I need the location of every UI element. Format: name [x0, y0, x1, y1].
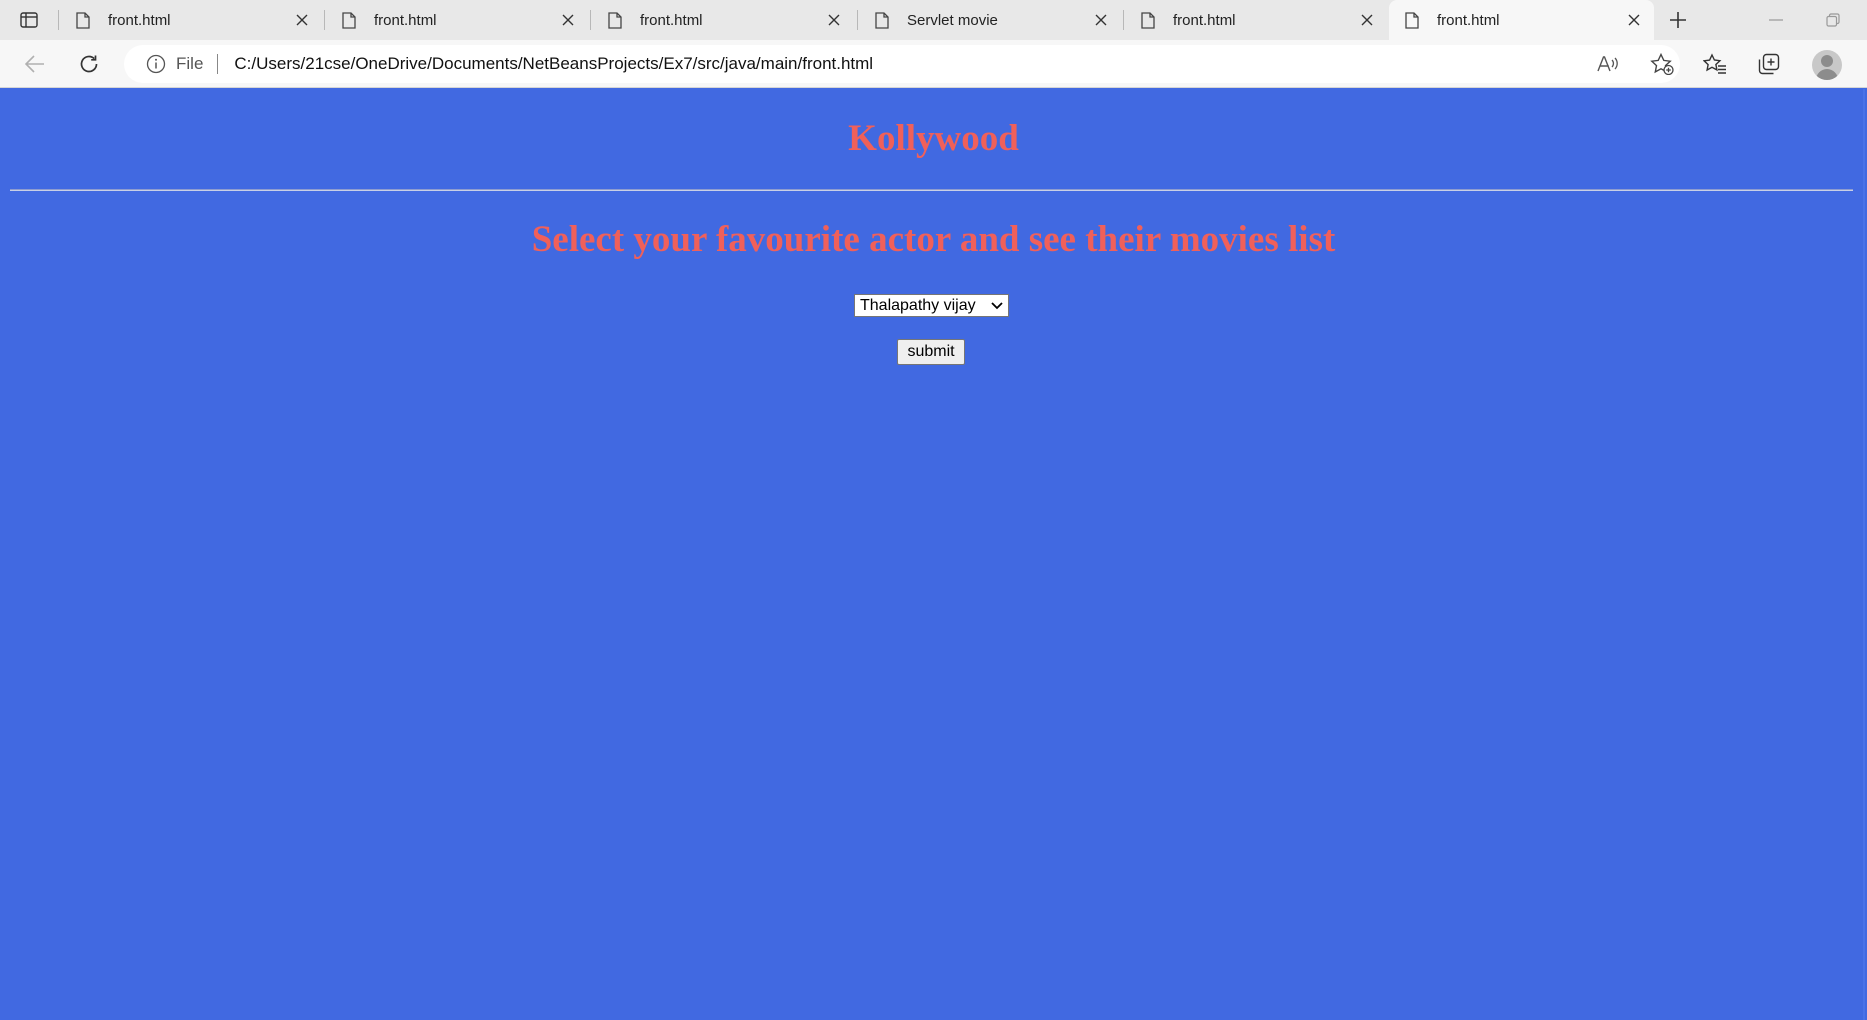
- tab-4[interactable]: Servlet movie: [859, 0, 1121, 40]
- info-icon[interactable]: [146, 54, 166, 74]
- tab-separator: [590, 10, 591, 30]
- document-icon: [340, 11, 358, 29]
- actor-select-value: Thalapathy vijay: [860, 296, 976, 314]
- close-icon[interactable]: [558, 10, 578, 30]
- tab-1[interactable]: front.html: [60, 0, 322, 40]
- document-icon: [74, 11, 92, 29]
- tab-separator: [857, 10, 858, 30]
- page-subtitle: Select your favourite actor and see thei…: [531, 219, 1336, 260]
- close-icon[interactable]: [292, 10, 312, 30]
- url-text[interactable]: C:/Users/21cse/OneDrive/Documents/NetBea…: [234, 54, 873, 74]
- page-title: Kollywood: [848, 118, 1019, 159]
- tab-bar: front.html front.html front.html Servlet…: [0, 0, 1867, 40]
- tab-separator: [1123, 10, 1124, 30]
- restore-icon[interactable]: [1819, 6, 1847, 34]
- add-favorite-icon[interactable]: [1650, 53, 1674, 75]
- close-icon[interactable]: [1357, 10, 1377, 30]
- tab-separator: [324, 10, 325, 30]
- document-icon: [606, 11, 624, 29]
- actor-select[interactable]: Thalapathy vijay: [854, 294, 1009, 317]
- address-bar[interactable]: File C:/Users/21cse/OneDrive/Documents/N…: [124, 45, 1680, 83]
- navigation-bar: File C:/Users/21cse/OneDrive/Documents/N…: [0, 40, 1867, 88]
- tab-5[interactable]: front.html: [1125, 0, 1387, 40]
- tab-2[interactable]: front.html: [326, 0, 588, 40]
- horizontal-rule: [10, 189, 1853, 191]
- tab-label: front.html: [108, 11, 171, 29]
- tab-separator: [58, 10, 59, 30]
- favorites-icon[interactable]: [1698, 48, 1732, 80]
- refresh-icon[interactable]: [72, 48, 106, 80]
- tab-label: Servlet movie: [907, 11, 998, 29]
- profile-avatar[interactable]: [1812, 50, 1842, 80]
- close-icon[interactable]: [1624, 10, 1644, 30]
- tab-label: front.html: [1437, 11, 1500, 29]
- submit-button[interactable]: submit: [897, 339, 965, 365]
- tab-label: front.html: [640, 11, 703, 29]
- tab-actions-icon[interactable]: [14, 8, 44, 32]
- collections-icon[interactable]: [1752, 48, 1786, 80]
- chevron-down-icon: [988, 297, 1006, 315]
- back-arrow-icon[interactable]: [18, 48, 52, 80]
- avatar-body: [1816, 69, 1838, 80]
- tab-label: front.html: [1173, 11, 1236, 29]
- tab-6-active[interactable]: front.html: [1389, 0, 1654, 40]
- address-separator: [217, 54, 219, 74]
- scheme-label: File: [176, 54, 204, 73]
- tab-3[interactable]: front.html: [592, 0, 854, 40]
- close-icon[interactable]: [824, 10, 844, 30]
- tab-label: front.html: [374, 11, 437, 29]
- document-icon: [1139, 11, 1157, 29]
- close-icon[interactable]: [1091, 10, 1111, 30]
- document-icon: [873, 11, 891, 29]
- avatar-head: [1821, 55, 1833, 67]
- plus-icon[interactable]: [1664, 6, 1692, 34]
- document-icon: [1403, 11, 1421, 29]
- page-content: Kollywood Select your favourite actor an…: [0, 89, 1867, 1020]
- read-aloud-icon[interactable]: [1596, 53, 1620, 75]
- minimize-icon[interactable]: [1762, 6, 1790, 34]
- scrollbar-track[interactable]: [1863, 89, 1865, 1020]
